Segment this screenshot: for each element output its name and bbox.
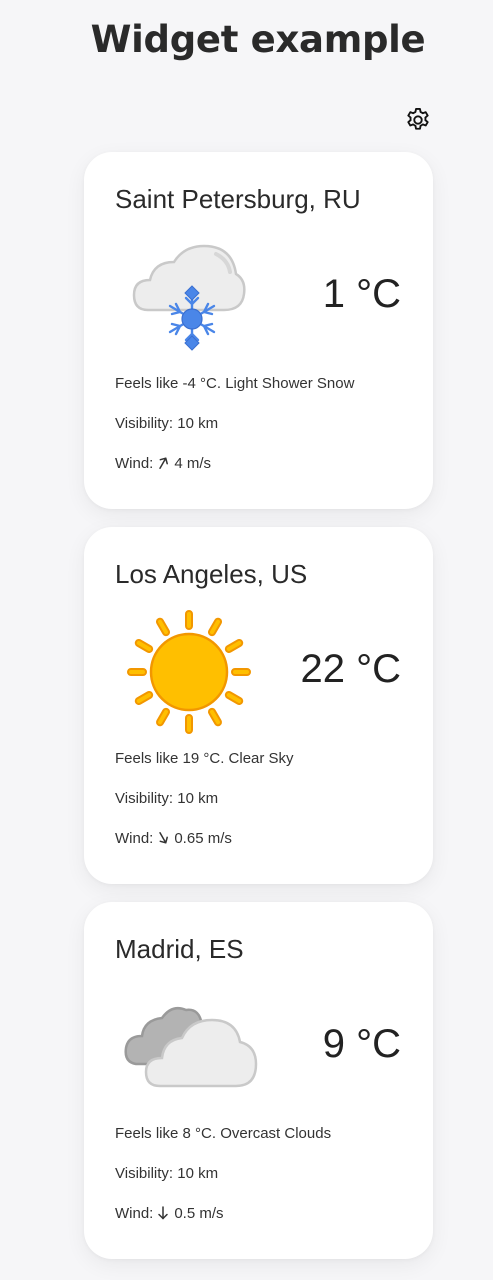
weather-card-saint-petersburg: Saint Petersburg, RU 1 °C Feels like -4 … — [84, 152, 433, 509]
sun-icon — [124, 607, 254, 737]
city-name: Saint Petersburg, RU — [115, 184, 361, 214]
feels-like: Feels like 19 °C. Clear Sky — [115, 750, 294, 767]
weather-details: Feels like -4 °C. Light Shower Snow Visi… — [115, 374, 354, 494]
wind-label: Wind: — [115, 1205, 154, 1222]
visibility: Visibility: 10 km — [115, 1165, 219, 1182]
wind-arrow-icon — [158, 1206, 169, 1220]
wind-arrow-icon — [159, 832, 169, 844]
feels-like: Feels like -4 °C. Light Shower Snow — [115, 375, 355, 392]
feels-like: Feels like 8 °C. Overcast Clouds — [115, 1125, 332, 1142]
wind-speed: 0.65 m/s — [174, 830, 232, 847]
visibility: Visibility: 10 km — [115, 790, 219, 807]
temperature: 22 °C — [300, 647, 402, 691]
wind-label: Wind: — [115, 455, 154, 472]
wind-speed: 4 m/s — [174, 455, 212, 472]
wind: Wind: 4 m/s — [115, 454, 354, 494]
wind: Wind: 0.65 m/s — [115, 829, 294, 869]
weather-card-los-angeles: Los Angeles, US 22 °C Feels like 19 °C. … — [84, 527, 433, 884]
weather-card-madrid: Madrid, ES 9 °C Feels like 8 °C. Overcas… — [84, 902, 433, 1259]
wind-speed: 0.5 m/s — [174, 1205, 224, 1222]
wind-arrow-icon — [159, 457, 169, 469]
city-name: Los Angeles, US — [115, 559, 308, 589]
overcast-clouds-icon — [124, 982, 258, 1112]
wind: Wind: 0.5 m/s — [115, 1204, 331, 1244]
wind-label: Wind: — [115, 830, 154, 847]
settings-button[interactable] — [402, 104, 434, 136]
weather-details: Feels like 19 °C. Clear Sky Visibility: … — [115, 749, 294, 869]
page-title: Widget example — [90, 18, 426, 61]
temperature: 1 °C — [322, 272, 401, 316]
gear-icon — [407, 107, 429, 130]
city-name: Madrid, ES — [115, 934, 244, 964]
temperature: 9 °C — [322, 1022, 401, 1066]
weather-details: Feels like 8 °C. Overcast Clouds Visibil… — [115, 1124, 331, 1244]
visibility: Visibility: 10 km — [115, 415, 219, 432]
snow-cloud-icon — [124, 232, 254, 362]
